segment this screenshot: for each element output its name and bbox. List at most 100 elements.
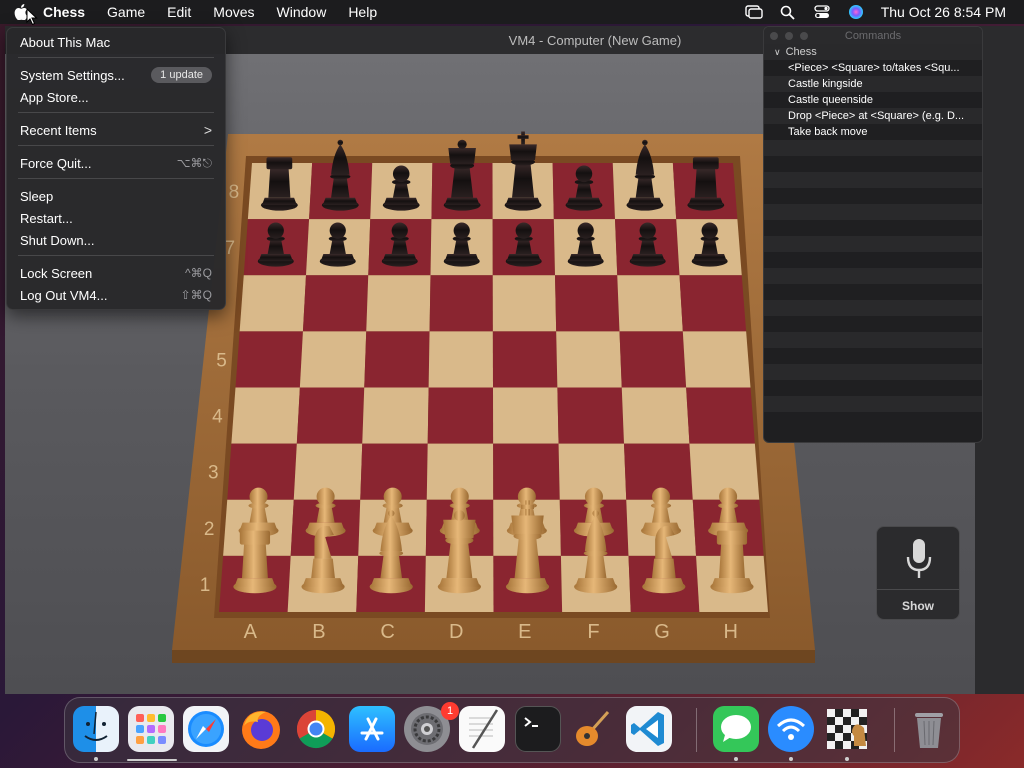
- commands-panel-titlebar[interactable]: Commands: [764, 27, 982, 44]
- menu-app-chess[interactable]: Chess: [32, 4, 96, 20]
- menu-help[interactable]: Help: [337, 4, 388, 20]
- menu-edit[interactable]: Edit: [156, 4, 202, 20]
- menu-moves[interactable]: Moves: [202, 4, 265, 20]
- menubar-clock[interactable]: Thu Oct 26 8:54 PM: [881, 4, 1006, 20]
- dock-scroll-indicator: [127, 759, 177, 761]
- app-store-icon: [360, 717, 384, 741]
- dock-separator: [696, 708, 697, 752]
- menu-window[interactable]: Window: [266, 4, 338, 20]
- microphone-icon: [906, 539, 932, 578]
- empty-row: [764, 316, 982, 332]
- notification-badge: 1: [441, 702, 459, 720]
- disclosure-chevron-down-icon: ∨: [774, 46, 781, 57]
- empty-row: [764, 172, 982, 188]
- finder-icon: [84, 711, 108, 741]
- menu-item-shut-down[interactable]: Shut Down...: [20, 230, 212, 250]
- messages-icon: [721, 715, 751, 742]
- voice-commands-panel: Commands ∨ Chess <Piece> <Square> to/tak…: [763, 26, 983, 443]
- textedit-icon: [469, 709, 499, 749]
- command-item[interactable]: Castle queenside: [764, 92, 982, 108]
- guitar-icon: [576, 711, 610, 746]
- divider: [877, 589, 959, 590]
- safari-compass-icon: [188, 711, 224, 747]
- empty-row: [764, 236, 982, 252]
- running-indicator: [789, 757, 793, 761]
- empty-row: [764, 188, 982, 204]
- menu-separator: [18, 145, 214, 146]
- chrome-icon: [296, 709, 336, 749]
- empty-row: [764, 140, 982, 156]
- chess-app-icon: [827, 709, 867, 749]
- dock-safari[interactable]: [183, 706, 229, 752]
- vscode-icon: [631, 712, 664, 746]
- menu-item-app-store[interactable]: App Store...: [20, 87, 212, 107]
- dock-vscode[interactable]: [626, 706, 672, 752]
- commands-panel-title: Commands: [844, 29, 902, 42]
- dock-separator: [894, 708, 895, 752]
- menu-item-log-out[interactable]: Log Out VM4... ⇧⌘Q: [20, 285, 212, 305]
- update-badge: 1 update: [151, 67, 212, 83]
- screen-mirroring-icon[interactable]: [745, 3, 763, 21]
- trash-icon: [915, 713, 943, 748]
- menu-item-about-this-mac[interactable]: About This Mac: [20, 32, 212, 52]
- dock-launchpad[interactable]: [128, 706, 174, 752]
- menu-item-force-quit[interactable]: Force Quit... ⌥⌘⎋: [20, 153, 212, 173]
- menu-separator: [18, 255, 214, 256]
- empty-row: [764, 204, 982, 220]
- command-item[interactable]: Take back move: [764, 124, 982, 140]
- show-label: Show: [902, 599, 934, 613]
- control-center-icon[interactable]: [813, 3, 831, 21]
- chess-window-title: VM4 - Computer (New Game): [508, 32, 682, 48]
- dock-chrome[interactable]: [293, 706, 339, 752]
- spotlight-search-icon[interactable]: [779, 3, 797, 21]
- command-item[interactable]: Drop <Piece> at <Square> (e.g. D...: [764, 108, 982, 124]
- menu-separator: [18, 112, 214, 113]
- dock-app-store[interactable]: [349, 706, 395, 752]
- launchpad-icon: [136, 714, 166, 744]
- siri-icon[interactable]: [847, 3, 865, 21]
- dock-network[interactable]: [768, 706, 814, 752]
- empty-row: [764, 364, 982, 380]
- running-indicator: [734, 757, 738, 761]
- menu-separator: [18, 57, 214, 58]
- terminal-icon: [524, 717, 538, 727]
- dock-chess[interactable]: [824, 706, 870, 752]
- dock-trash[interactable]: [906, 706, 952, 752]
- empty-row: [764, 380, 982, 396]
- empty-row: [764, 332, 982, 348]
- apple-menu-dropdown: About This Mac System Settings... 1 updat…: [6, 27, 226, 310]
- running-indicator: [845, 757, 849, 761]
- command-item[interactable]: Castle kingside: [764, 76, 982, 92]
- dock-terminal[interactable]: [515, 706, 561, 752]
- voice-control-show-button[interactable]: Show: [876, 526, 960, 620]
- dock-messages[interactable]: [713, 706, 759, 752]
- empty-row: [764, 300, 982, 316]
- commands-group-chess[interactable]: ∨ Chess: [764, 44, 982, 60]
- dock-textedit[interactable]: [459, 706, 505, 752]
- menu-game[interactable]: Game: [96, 4, 156, 20]
- command-item[interactable]: <Piece> <Square> to/takes <Squ...: [764, 60, 982, 76]
- dock-finder[interactable]: [73, 706, 119, 752]
- commands-empty-rows: [764, 140, 982, 412]
- running-indicator: [94, 757, 98, 761]
- menu-item-restart[interactable]: Restart...: [20, 208, 212, 228]
- dock-garageband[interactable]: [570, 706, 616, 752]
- empty-row: [764, 396, 982, 412]
- close-window-button[interactable]: [770, 32, 778, 40]
- empty-row: [764, 252, 982, 268]
- dock-firefox[interactable]: [238, 706, 284, 752]
- menu-item-sleep[interactable]: Sleep: [20, 186, 212, 206]
- menu-item-lock-screen[interactable]: Lock Screen ^⌘Q: [20, 263, 212, 283]
- empty-row: [764, 268, 982, 284]
- menu-item-system-settings[interactable]: System Settings... 1 update: [20, 65, 212, 85]
- wifi-icon: [776, 718, 806, 740]
- minimize-window-button[interactable]: [785, 32, 793, 40]
- firefox-icon: [242, 711, 280, 749]
- zoom-window-button[interactable]: [800, 32, 808, 40]
- chevron-right-icon: >: [203, 122, 212, 138]
- menu-bar: Chess Game Edit Moves Window Help Thu Oc…: [0, 0, 1024, 24]
- empty-row: [764, 220, 982, 236]
- dock: [64, 697, 960, 763]
- empty-row: [764, 348, 982, 364]
- menu-item-recent-items[interactable]: Recent Items >: [20, 120, 212, 140]
